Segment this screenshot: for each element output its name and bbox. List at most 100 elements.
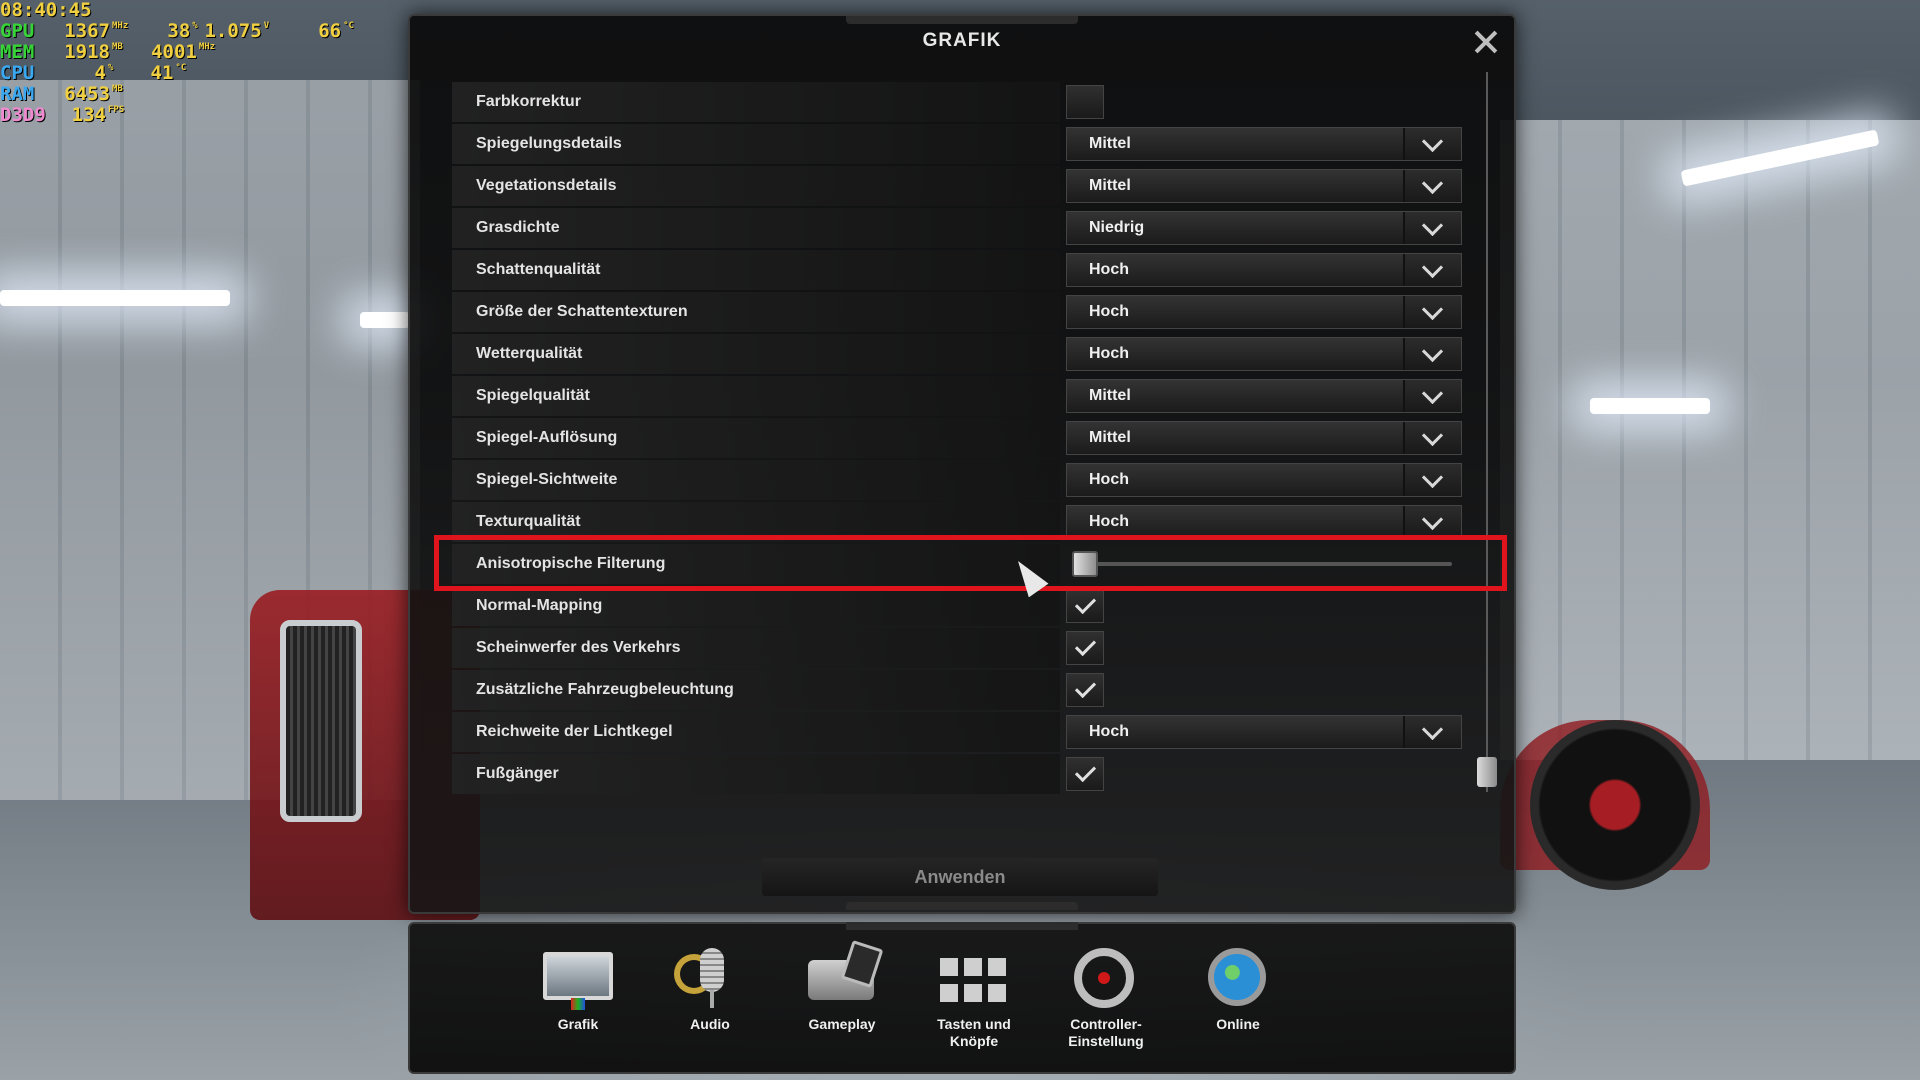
dialog-bottom-handle [846,902,1078,910]
setting-label: Schattenqualität [452,250,1060,290]
setting-label: Spiegelqualität [452,376,1060,416]
osd-label: CPU [0,62,35,84]
osd-unit: °C [175,63,187,73]
setting-checkbox[interactable] [1066,631,1104,665]
keyboard-keys-icon-part [940,958,1008,1008]
chevron-down-icon[interactable] [1403,296,1461,328]
osd-unit: MB [112,42,123,52]
setting-row: Schattenqualität Hoch [452,250,1468,290]
settings-list: Farbkorrektur Spiegelungsdetails Mittel Veg… [452,82,1468,796]
monitor-icon [538,944,618,1010]
chevron-down-icon[interactable] [1403,338,1461,370]
setting-checkbox[interactable] [1066,757,1104,791]
dropdown-value: Hoch [1089,513,1129,530]
setting-label: Fußgänger [452,754,1060,794]
setting-dropdown[interactable]: Hoch [1066,295,1462,329]
background-light [1590,398,1710,414]
slider-track[interactable] [1072,562,1452,566]
steering-wheel-icon [1066,944,1146,1010]
close-icon[interactable] [1472,28,1500,56]
settings-category-bar: Grafik Audio Gameplay Tasten und Knöpfe Cont… [408,922,1516,1074]
osd-value: 1367 [64,20,110,42]
setting-label: Größe der Schattentexturen [452,292,1060,332]
scrollbar-track[interactable] [1486,72,1488,792]
chevron-down-icon[interactable] [1403,506,1461,538]
tab-tasten[interactable]: Tasten und Knöpfe [914,944,1034,1050]
setting-row: Spiegel-Sichtweite Hoch [452,460,1468,500]
setting-row: Texturqualität Hoch [452,502,1468,542]
setting-row: Grasdichte Niedrig [452,208,1468,248]
tab-gameplay[interactable]: Gameplay [782,944,902,1033]
microphone-icon-part [700,948,724,992]
setting-checkbox[interactable] [1066,673,1104,707]
setting-dropdown[interactable]: Hoch [1066,715,1462,749]
keyboard-keys-icon [934,944,1014,1010]
setting-row: Zusätzliche Fahrzeugbeleuchtung [452,670,1468,710]
setting-dropdown[interactable]: Niedrig [1066,211,1462,245]
background-wall-right [1500,120,1920,760]
tab-label: Gameplay [808,1016,876,1032]
osd-value: 1918 [64,41,110,63]
setting-dropdown[interactable]: Hoch [1066,337,1462,371]
chevron-down-icon[interactable] [1403,128,1461,160]
setting-label: Farbkorrektur [452,82,1060,122]
apply-button[interactable]: Anwenden [762,858,1158,896]
dropdown-value: Hoch [1089,345,1129,362]
setting-label: Vegetationsdetails [452,166,1060,206]
setting-dropdown[interactable]: Mittel [1066,421,1462,455]
osd-row-mem: MEM 1918 MB 4001 MHz [0,42,354,63]
osd-unit: °C [343,21,354,31]
slider-thumb[interactable] [1072,551,1098,577]
setting-row: Vegetationsdetails Mittel [452,166,1468,206]
setting-row: Farbkorrektur [452,82,1468,122]
osd-row-d3d9: D3D9 134 FPS [0,105,354,126]
globe-icon-part [1208,948,1266,1006]
steering-wheel-icon-part [1074,948,1134,1008]
setting-dropdown[interactable]: Hoch [1066,463,1462,497]
chevron-down-icon[interactable] [1403,254,1461,286]
setting-dropdown[interactable]: Hoch [1066,505,1462,539]
tab-audio[interactable]: Audio [650,944,770,1033]
osd-value: 4 [94,62,106,84]
osd-label: RAM [0,83,35,105]
setting-dropdown[interactable]: Mittel [1066,379,1462,413]
chevron-down-icon[interactable] [1403,422,1461,454]
tab-controller[interactable]: Controller- Einstellung [1046,944,1166,1050]
chevron-down-icon[interactable] [1403,170,1461,202]
dialog-title: GRAFIK [922,30,1002,51]
setting-row: Spiegelungsdetails Mittel [452,124,1468,164]
setting-slider[interactable] [1066,547,1462,581]
osd-value: 6453 [64,83,110,105]
setting-dropdown[interactable]: Mittel [1066,127,1462,161]
tab-label: Audio [690,1016,730,1032]
osd-row-cpu: CPU 4% 41 °C [0,63,354,84]
setting-checkbox[interactable] [1066,85,1104,119]
osd-unit: MHz [198,42,216,52]
graphics-settings-dialog: GRAFIK Farbkorrektur Spiegelungsdetails Mi… [408,14,1516,914]
setting-row: Wetterqualität Hoch [452,334,1468,374]
setting-checkbox[interactable] [1066,589,1104,623]
osd-label: MEM [0,41,35,63]
tab-grafik[interactable]: Grafik [518,944,638,1033]
chevron-down-icon[interactable] [1403,716,1461,748]
setting-row: Spiegel-Auflösung Mittel [452,418,1468,458]
setting-row: Normal-Mapping [452,586,1468,626]
osd-row-gpu: GPU 1367 MHz 38% 1.075 V 66 °C [0,21,354,42]
setting-dropdown[interactable]: Mittel [1066,169,1462,203]
setting-label: Anisotropische Filterung [452,544,1060,584]
chevron-down-icon[interactable] [1403,212,1461,244]
chevron-down-icon[interactable] [1403,464,1461,496]
osd-unit: FPS [108,105,125,115]
tab-online[interactable]: Online [1178,944,1298,1033]
setting-label: Grasdichte [452,208,1060,248]
chevron-down-icon[interactable] [1403,380,1461,412]
dropdown-value: Niedrig [1089,219,1145,236]
background-truck-grille [280,620,362,822]
setting-label: Spiegel-Auflösung [452,418,1060,458]
osd-row-ram: RAM 6453 MB [0,84,354,105]
setting-label: Wetterqualität [452,334,1060,374]
setting-label: Texturqualität [452,502,1060,542]
dropdown-value: Hoch [1089,723,1129,740]
scrollbar-thumb[interactable] [1477,757,1497,787]
setting-dropdown[interactable]: Hoch [1066,253,1462,287]
